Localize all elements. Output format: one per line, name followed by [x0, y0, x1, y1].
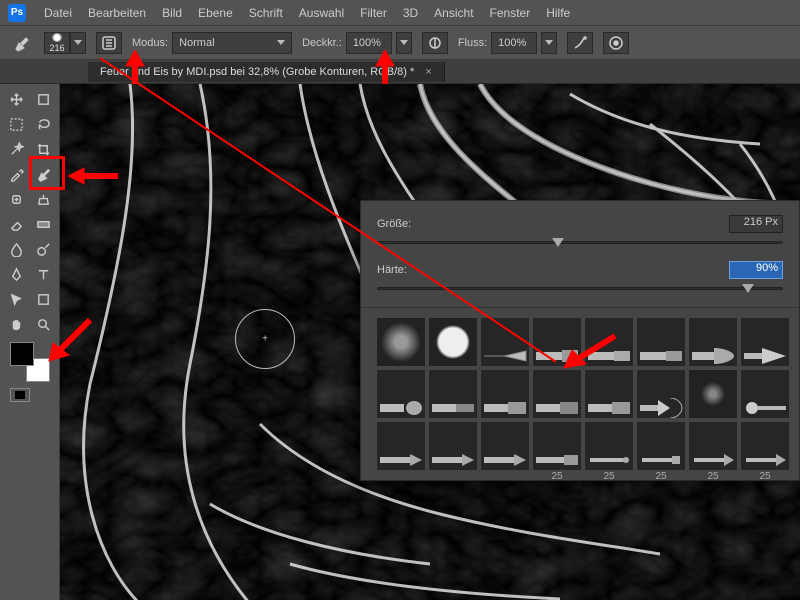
artboard-tool[interactable] [31, 88, 56, 111]
eyedropper-tool[interactable] [4, 163, 29, 186]
brush-preset[interactable] [481, 318, 529, 366]
chevron-down-icon[interactable] [396, 32, 412, 54]
brush-preset[interactable] [429, 422, 477, 470]
spot-healing-tool[interactable] [4, 188, 29, 211]
brush-tool[interactable] [31, 163, 56, 186]
document-tab-bar: Feuer und Eis by MDI.psd bei 32,8% (Grob… [0, 60, 800, 84]
menu-window[interactable]: Fenster [482, 6, 539, 20]
zoom-tool[interactable] [31, 313, 56, 336]
chevron-down-icon[interactable] [541, 32, 557, 54]
brush-preset[interactable] [741, 318, 789, 366]
menu-filter[interactable]: Filter [352, 6, 395, 20]
chevron-down-icon [277, 40, 285, 45]
brush-preset[interactable] [429, 370, 477, 418]
brush-preset[interactable]: 25 [689, 422, 737, 470]
clone-stamp-tool[interactable] [31, 188, 56, 211]
menu-image[interactable]: Bild [154, 6, 190, 20]
menu-layer[interactable]: Ebene [190, 6, 241, 20]
brush-preset[interactable] [377, 422, 425, 470]
menu-3d[interactable]: 3D [395, 6, 426, 20]
airbrush-button[interactable] [567, 32, 593, 54]
move-tool[interactable] [4, 88, 29, 111]
brush-preset-picker[interactable]: 216 [44, 32, 86, 54]
eraser-tool[interactable] [4, 213, 29, 236]
brush-settings-button[interactable] [96, 32, 122, 54]
brush-preset[interactable] [689, 370, 737, 418]
brush-hardness-label: Härte: [377, 264, 447, 276]
crop-tool[interactable] [31, 138, 56, 161]
brush-preset[interactable] [377, 370, 425, 418]
flow-label: Fluss: [458, 37, 487, 49]
dodge-tool[interactable] [31, 238, 56, 261]
chevron-down-icon[interactable] [70, 32, 86, 54]
menu-bar: Ps Datei Bearbeiten Bild Ebene Schrift A… [0, 0, 800, 26]
brush-size-slider[interactable] [377, 241, 783, 251]
brush-preset[interactable] [533, 370, 581, 418]
lasso-tool[interactable] [31, 113, 56, 136]
menu-help[interactable]: Hilfe [538, 6, 578, 20]
brush-preset[interactable] [637, 318, 685, 366]
size-pressure-button[interactable] [603, 32, 629, 54]
brush-preset[interactable] [741, 370, 789, 418]
brush-preset[interactable] [429, 318, 477, 366]
menu-type[interactable]: Schrift [241, 6, 291, 20]
document-tab[interactable]: Feuer und Eis by MDI.psd bei 32,8% (Grob… [88, 62, 445, 82]
brush-preset[interactable] [481, 370, 529, 418]
foreground-color[interactable] [10, 342, 34, 366]
path-select-tool[interactable] [4, 288, 29, 311]
brush-preset[interactable]: 25 [741, 422, 789, 470]
menu-view[interactable]: Ansicht [426, 6, 481, 20]
brush-preset-panel: Größe: 216 Px Härte: 90% 25 25 [360, 200, 800, 481]
brush-size-value[interactable]: 216 Px [729, 215, 783, 233]
flow-input[interactable]: 100% [491, 32, 537, 54]
brush-preset[interactable] [377, 318, 425, 366]
menu-select[interactable]: Auswahl [291, 6, 352, 20]
magic-wand-tool[interactable] [4, 138, 29, 161]
pen-tool[interactable] [4, 263, 29, 286]
options-bar: 216 Modus: Normal Deckkr.: 100% Fluss: 1… [0, 26, 800, 60]
rect-marquee-tool[interactable] [4, 113, 29, 136]
brush-hardness-value[interactable]: 90% [729, 261, 783, 279]
app-logo: Ps [8, 4, 26, 22]
brush-preset[interactable] [585, 370, 633, 418]
hand-tool[interactable] [4, 313, 29, 336]
quickmask-toggle[interactable] [10, 388, 30, 402]
brush-preset[interactable] [481, 422, 529, 470]
brush-preset[interactable] [585, 318, 633, 366]
type-tool[interactable] [31, 263, 56, 286]
brush-preset[interactable] [689, 318, 737, 366]
mode-label: Modus: [132, 37, 168, 49]
gradient-tool[interactable] [31, 213, 56, 236]
brush-preset[interactable] [533, 318, 581, 366]
blur-tool[interactable] [4, 238, 29, 261]
brush-preset[interactable]: 25 [637, 422, 685, 470]
close-icon[interactable]: × [425, 66, 431, 78]
brush-size-label: Größe: [377, 218, 447, 230]
brush-cursor [235, 309, 295, 369]
opacity-input[interactable]: 100% [346, 32, 392, 54]
mode-dropdown[interactable]: Normal [172, 32, 292, 54]
menu-edit[interactable]: Bearbeiten [80, 6, 154, 20]
brush-hardness-slider[interactable] [377, 287, 783, 297]
color-swatches[interactable] [10, 342, 50, 382]
brush-preset[interactable]: 25 [533, 422, 581, 470]
brush-preset[interactable] [637, 370, 685, 418]
opacity-label: Deckkr.: [302, 37, 342, 49]
menu-file[interactable]: Datei [36, 6, 80, 20]
opacity-pressure-button[interactable] [422, 32, 448, 54]
tool-palette [0, 84, 60, 600]
active-tool-brush-icon [10, 31, 34, 55]
shape-tool[interactable] [31, 288, 56, 311]
brush-preset[interactable]: 25 [585, 422, 633, 470]
brush-preset-grid: 25 25 25 25 25 [377, 318, 783, 470]
